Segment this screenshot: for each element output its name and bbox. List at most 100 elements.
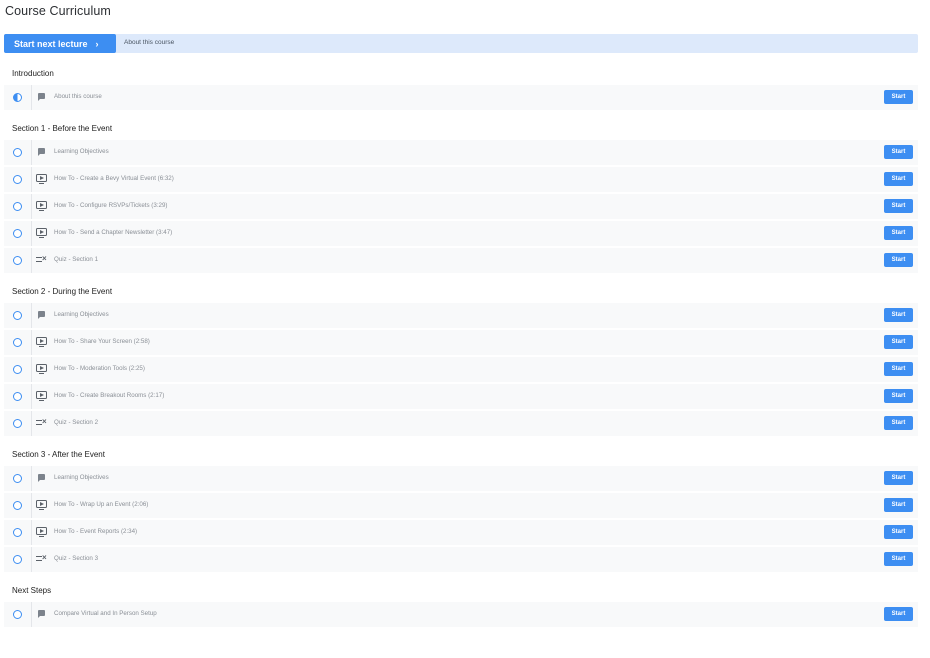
lecture-row[interactable]: × Quiz - Section 3 Start — [4, 547, 918, 572]
incomplete-circle-icon[interactable] — [13, 365, 22, 374]
row-divider — [31, 303, 32, 328]
lecture-title[interactable]: How To - Event Reports (2:34) — [54, 528, 137, 535]
chevron-right-icon: › — [95, 38, 99, 49]
lecture-title[interactable]: How To - Wrap Up an Event (2:06) — [54, 501, 148, 508]
lecture-row[interactable]: How To - Create Breakout Rooms (2:17) Sta… — [4, 384, 918, 409]
lecture-row[interactable]: How To - Share Your Screen (2:58) Start — [4, 330, 918, 355]
section-title: Section 2 - During the Event — [12, 287, 113, 296]
video-icon — [36, 201, 48, 211]
lecture-row[interactable]: Learning Objectives Start — [4, 140, 918, 165]
lecture-title[interactable]: Learning Objectives — [54, 148, 109, 155]
start-button[interactable]: Start — [884, 172, 913, 186]
incomplete-circle-icon[interactable] — [13, 555, 22, 564]
start-button[interactable]: Start — [884, 607, 913, 621]
lecture-row[interactable]: Compare Virtual and In Person Setup Start — [4, 602, 918, 627]
video-icon — [36, 364, 48, 374]
about-course-link[interactable]: About this course — [124, 39, 174, 46]
incomplete-circle-icon[interactable] — [13, 474, 22, 483]
half-complete-icon[interactable] — [13, 93, 22, 102]
lecture-title[interactable]: Learning Objectives — [54, 474, 109, 481]
lecture-title[interactable]: How To - Send a Chapter Newsletter (3:47… — [54, 229, 172, 236]
start-button[interactable]: Start — [884, 416, 913, 430]
row-divider — [31, 384, 32, 409]
incomplete-circle-icon[interactable] — [13, 311, 22, 320]
row-divider — [31, 602, 32, 627]
start-button[interactable]: Start — [884, 525, 913, 539]
video-icon — [36, 527, 48, 537]
lecture-title[interactable]: Quiz - Section 1 — [54, 256, 98, 263]
start-button[interactable]: Start — [884, 471, 913, 485]
lecture-title[interactable]: About this course — [54, 93, 102, 100]
start-button[interactable]: Start — [884, 389, 913, 403]
text-icon — [36, 609, 48, 619]
start-button[interactable]: Start — [884, 362, 913, 376]
incomplete-circle-icon[interactable] — [13, 501, 22, 510]
start-button[interactable]: Start — [884, 498, 913, 512]
incomplete-circle-icon[interactable] — [13, 202, 22, 211]
quiz-icon: × — [36, 553, 48, 564]
lecture-row[interactable]: How To - Moderation Tools (2:25) Start — [4, 357, 918, 382]
lecture-row[interactable]: × Quiz - Section 2 Start — [4, 411, 918, 436]
row-divider — [31, 221, 32, 246]
start-button[interactable]: Start — [884, 145, 913, 159]
start-button[interactable]: Start — [884, 335, 913, 349]
video-icon — [36, 228, 48, 238]
incomplete-circle-icon[interactable] — [13, 419, 22, 428]
lecture-title[interactable]: Quiz - Section 3 — [54, 555, 98, 562]
incomplete-circle-icon[interactable] — [13, 528, 22, 537]
row-divider — [31, 194, 32, 219]
incomplete-circle-icon[interactable] — [13, 229, 22, 238]
video-icon — [36, 337, 48, 347]
quiz-icon: × — [36, 417, 48, 428]
row-divider — [31, 466, 32, 491]
lecture-title[interactable]: Learning Objectives — [54, 311, 109, 318]
lecture-row[interactable]: About this course Start — [4, 85, 918, 110]
incomplete-circle-icon[interactable] — [13, 175, 22, 184]
incomplete-circle-icon[interactable] — [13, 392, 22, 401]
lecture-row[interactable]: How To - Create a Bevy Virtual Event (6:… — [4, 167, 918, 192]
section-title: Section 3 - After the Event — [12, 450, 105, 459]
text-icon — [36, 473, 48, 483]
row-divider — [31, 547, 32, 572]
lecture-row[interactable]: × Quiz - Section 1 Start — [4, 248, 918, 273]
incomplete-circle-icon[interactable] — [13, 610, 22, 619]
lecture-title[interactable]: How To - Create Breakout Rooms (2:17) — [54, 392, 164, 399]
start-button[interactable]: Start — [884, 253, 913, 267]
text-icon — [36, 147, 48, 157]
row-divider — [31, 493, 32, 518]
text-icon — [36, 92, 48, 102]
lecture-title[interactable]: How To - Moderation Tools (2:25) — [54, 365, 145, 372]
lecture-row[interactable]: How To - Event Reports (2:34) Start — [4, 520, 918, 545]
lecture-row[interactable]: Learning Objectives Start — [4, 303, 918, 328]
lecture-title[interactable]: Compare Virtual and In Person Setup — [54, 610, 157, 617]
row-divider — [31, 167, 32, 192]
text-icon — [36, 310, 48, 320]
lecture-title[interactable]: Quiz - Section 2 — [54, 419, 98, 426]
incomplete-circle-icon[interactable] — [13, 338, 22, 347]
lecture-title[interactable]: How To - Create a Bevy Virtual Event (6:… — [54, 175, 174, 182]
row-divider — [31, 411, 32, 436]
start-next-lecture-button[interactable]: Start next lecture › — [4, 34, 116, 53]
video-icon — [36, 391, 48, 401]
row-divider — [31, 520, 32, 545]
lecture-row[interactable]: How To - Configure RSVPs/Tickets (3:29) S… — [4, 194, 918, 219]
top-action-bar: Start next lecture › About this course — [4, 34, 918, 53]
section-title: Next Steps — [12, 586, 52, 595]
lecture-row[interactable]: How To - Wrap Up an Event (2:06) Start — [4, 493, 918, 518]
row-divider — [31, 140, 32, 165]
row-divider — [31, 357, 32, 382]
lecture-title[interactable]: How To - Configure RSVPs/Tickets (3:29) — [54, 202, 167, 209]
quiz-icon: × — [36, 254, 48, 265]
start-button[interactable]: Start — [884, 90, 913, 104]
lecture-row[interactable]: Learning Objectives Start — [4, 466, 918, 491]
lecture-row[interactable]: How To - Send a Chapter Newsletter (3:47… — [4, 221, 918, 246]
row-divider — [31, 85, 32, 110]
incomplete-circle-icon[interactable] — [13, 256, 22, 265]
start-button[interactable]: Start — [884, 308, 913, 322]
lecture-title[interactable]: How To - Share Your Screen (2:58) — [54, 338, 150, 345]
start-button[interactable]: Start — [884, 552, 913, 566]
video-icon — [36, 174, 48, 184]
start-button[interactable]: Start — [884, 226, 913, 240]
start-button[interactable]: Start — [884, 199, 913, 213]
incomplete-circle-icon[interactable] — [13, 148, 22, 157]
